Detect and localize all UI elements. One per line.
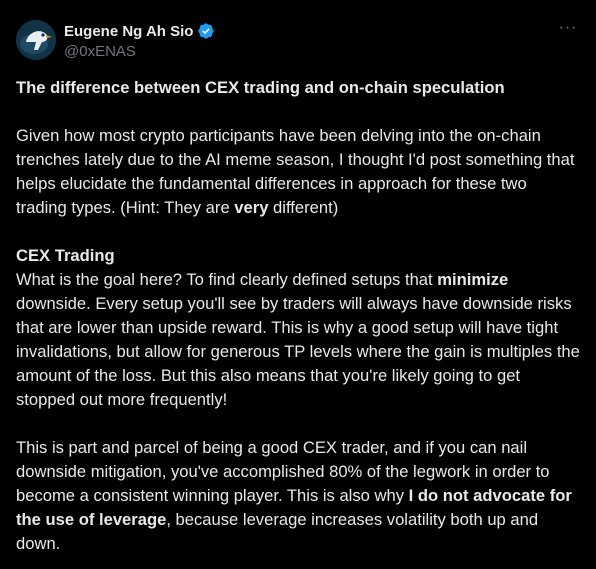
tweet-card: Eugene Ng Ah Sio @0xENAS ··· The differe…: [0, 0, 596, 569]
tweet-header: Eugene Ng Ah Sio @0xENAS ···: [16, 18, 580, 62]
post-title: The difference between CEX trading and o…: [16, 78, 505, 97]
paragraph-intro: Given how most crypto participants have …: [16, 126, 575, 217]
display-name[interactable]: Eugene Ng Ah Sio: [64, 23, 193, 40]
avatar-image: [16, 20, 56, 60]
paragraph-leverage: This is part and parcel of being a good …: [16, 438, 572, 553]
user-handle[interactable]: @0xENAS: [64, 43, 215, 60]
paragraph-cex-goal: What is the goal here? To find clearly d…: [16, 270, 580, 409]
verified-badge-icon: [197, 22, 215, 40]
more-options-icon[interactable]: ···: [556, 20, 580, 42]
section-heading: CEX Trading: [16, 246, 115, 265]
avatar[interactable]: [16, 20, 56, 60]
tweet-body: The difference between CEX trading and o…: [16, 76, 582, 556]
